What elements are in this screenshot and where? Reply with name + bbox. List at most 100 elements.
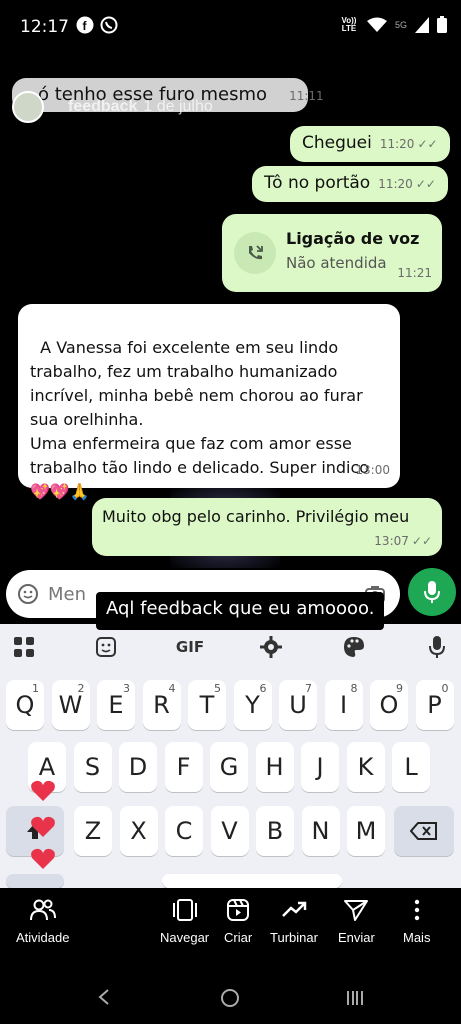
- key-label: F: [176, 753, 191, 781]
- message-time: 11:21: [397, 266, 432, 280]
- key-label: H: [265, 753, 284, 781]
- more-label: Mais: [403, 930, 431, 945]
- key-hint: 2: [77, 682, 85, 695]
- activity-label: Atividade: [16, 930, 70, 945]
- read-ticks-icon: ✓✓: [411, 534, 432, 548]
- boost-label: Turbinar: [270, 930, 318, 945]
- key-label: G: [219, 753, 239, 781]
- key-label: X: [130, 817, 147, 845]
- key-f[interactable]: F: [164, 742, 203, 792]
- key-r[interactable]: R4: [142, 680, 181, 730]
- browse-label: Navegar: [160, 930, 210, 945]
- key-o[interactable]: O9: [370, 680, 408, 730]
- key-d[interactable]: D: [119, 742, 157, 792]
- key-t[interactable]: T5: [188, 680, 226, 730]
- keyboard-mic-icon[interactable]: [423, 633, 451, 661]
- key-s[interactable]: S: [73, 742, 112, 792]
- message-time: 13:00: [355, 463, 390, 477]
- more-button[interactable]: Mais: [403, 898, 430, 945]
- key-label: R: [153, 691, 170, 719]
- story-action-bar: Atividade Navegar Criar Turbinar Enviar …: [0, 888, 461, 968]
- key-k[interactable]: K: [346, 742, 385, 792]
- key-hint: 7: [305, 682, 312, 695]
- key-e[interactable]: E3: [97, 680, 135, 730]
- browse-icon: [172, 899, 197, 921]
- key-label: E: [108, 691, 124, 719]
- apps-icon[interactable]: [10, 633, 38, 661]
- voice-record-button[interactable]: [408, 568, 456, 616]
- key-m[interactable]: M: [347, 806, 385, 856]
- key-hint: 3: [123, 682, 130, 695]
- settings-icon[interactable]: [257, 633, 285, 661]
- wifi-icon: [366, 17, 387, 32]
- story-date: 1 de julho: [143, 98, 213, 115]
- battery-icon: [437, 16, 447, 33]
- backspace-key[interactable]: [394, 806, 454, 856]
- keyboard: GIF Q1W2E3R4T5Y6U7I8O9P0 ASDFGHJKL ZXCVB…: [0, 624, 461, 888]
- story-header[interactable]: feedback 1 de julho: [12, 91, 213, 123]
- emoji-sticker-icon[interactable]: [16, 582, 40, 606]
- key-x[interactable]: X: [119, 806, 158, 856]
- key-hint: 4: [168, 682, 176, 695]
- voice-call-bubble[interactable]: Ligação de voz Não atendida 11:21: [222, 214, 442, 292]
- key-z[interactable]: Z: [74, 806, 112, 856]
- story-caption: Aql feedback que eu amoooo.: [96, 592, 385, 630]
- gif-button[interactable]: GIF: [170, 633, 210, 661]
- boost-button[interactable]: Turbinar: [270, 898, 318, 945]
- sticker-icon[interactable]: [92, 633, 120, 661]
- status-time: 12:17: [20, 17, 69, 37]
- symbols-key[interactable]: [6, 874, 64, 888]
- key-w[interactable]: W2: [51, 680, 90, 730]
- read-ticks-icon: ✓✓: [415, 177, 436, 191]
- home-icon[interactable]: [220, 988, 240, 1008]
- message-bubble-incoming: A Vanessa foi excelente em seu lindo tra…: [18, 304, 400, 501]
- browse-button[interactable]: Navegar: [160, 898, 209, 945]
- recents-icon[interactable]: [346, 989, 364, 1007]
- send-button[interactable]: Enviar: [338, 898, 375, 945]
- create-button[interactable]: Criar: [224, 898, 252, 945]
- status-bar: 12:17 f Vo)) LTE 5G: [0, 0, 461, 54]
- key-j[interactable]: J: [301, 742, 339, 792]
- avatar[interactable]: [12, 91, 44, 123]
- volte-icon: Vo)) LTE: [341, 15, 357, 33]
- more-icon: [414, 899, 419, 921]
- back-icon[interactable]: [97, 988, 111, 1006]
- key-g[interactable]: G: [210, 742, 248, 792]
- key-y[interactable]: Y6: [233, 680, 272, 730]
- space-key[interactable]: [162, 874, 342, 888]
- key-label: U: [289, 691, 307, 719]
- call-title: Ligação de voz: [286, 229, 420, 248]
- activity-icon: [29, 899, 56, 921]
- trend-up-icon: [282, 901, 307, 917]
- key-label: Q: [15, 691, 35, 719]
- key-label: W: [58, 691, 83, 719]
- signal-icon: [415, 16, 429, 33]
- send-icon: [344, 900, 369, 921]
- key-p[interactable]: P0: [415, 680, 454, 730]
- activity-button[interactable]: Atividade: [16, 898, 69, 945]
- heart-icon: [31, 848, 55, 869]
- message-text: Cheguei: [302, 133, 372, 153]
- key-h[interactable]: H: [255, 742, 294, 792]
- key-hint: 5: [214, 682, 221, 695]
- key-c[interactable]: C: [165, 806, 203, 856]
- story-author[interactable]: feedback: [68, 98, 137, 116]
- key-v[interactable]: V: [210, 806, 249, 856]
- key-l[interactable]: L: [392, 742, 430, 792]
- palette-icon[interactable]: [340, 633, 368, 661]
- key-q[interactable]: Q1: [6, 680, 44, 730]
- key-u[interactable]: U7: [279, 680, 317, 730]
- message-input[interactable]: Men: [48, 584, 86, 605]
- key-label: S: [84, 753, 101, 781]
- key-b[interactable]: B: [256, 806, 294, 856]
- key-hint: 9: [396, 682, 403, 695]
- key-label: V: [221, 817, 238, 845]
- message-time: 11:20: [378, 177, 413, 191]
- key-label: Z: [84, 817, 102, 845]
- key-label: C: [175, 817, 193, 845]
- key-label: K: [357, 753, 374, 781]
- heart-icon: [31, 780, 55, 801]
- key-i[interactable]: I8: [324, 680, 363, 730]
- key-label: N: [311, 817, 330, 845]
- key-n[interactable]: N: [301, 806, 340, 856]
